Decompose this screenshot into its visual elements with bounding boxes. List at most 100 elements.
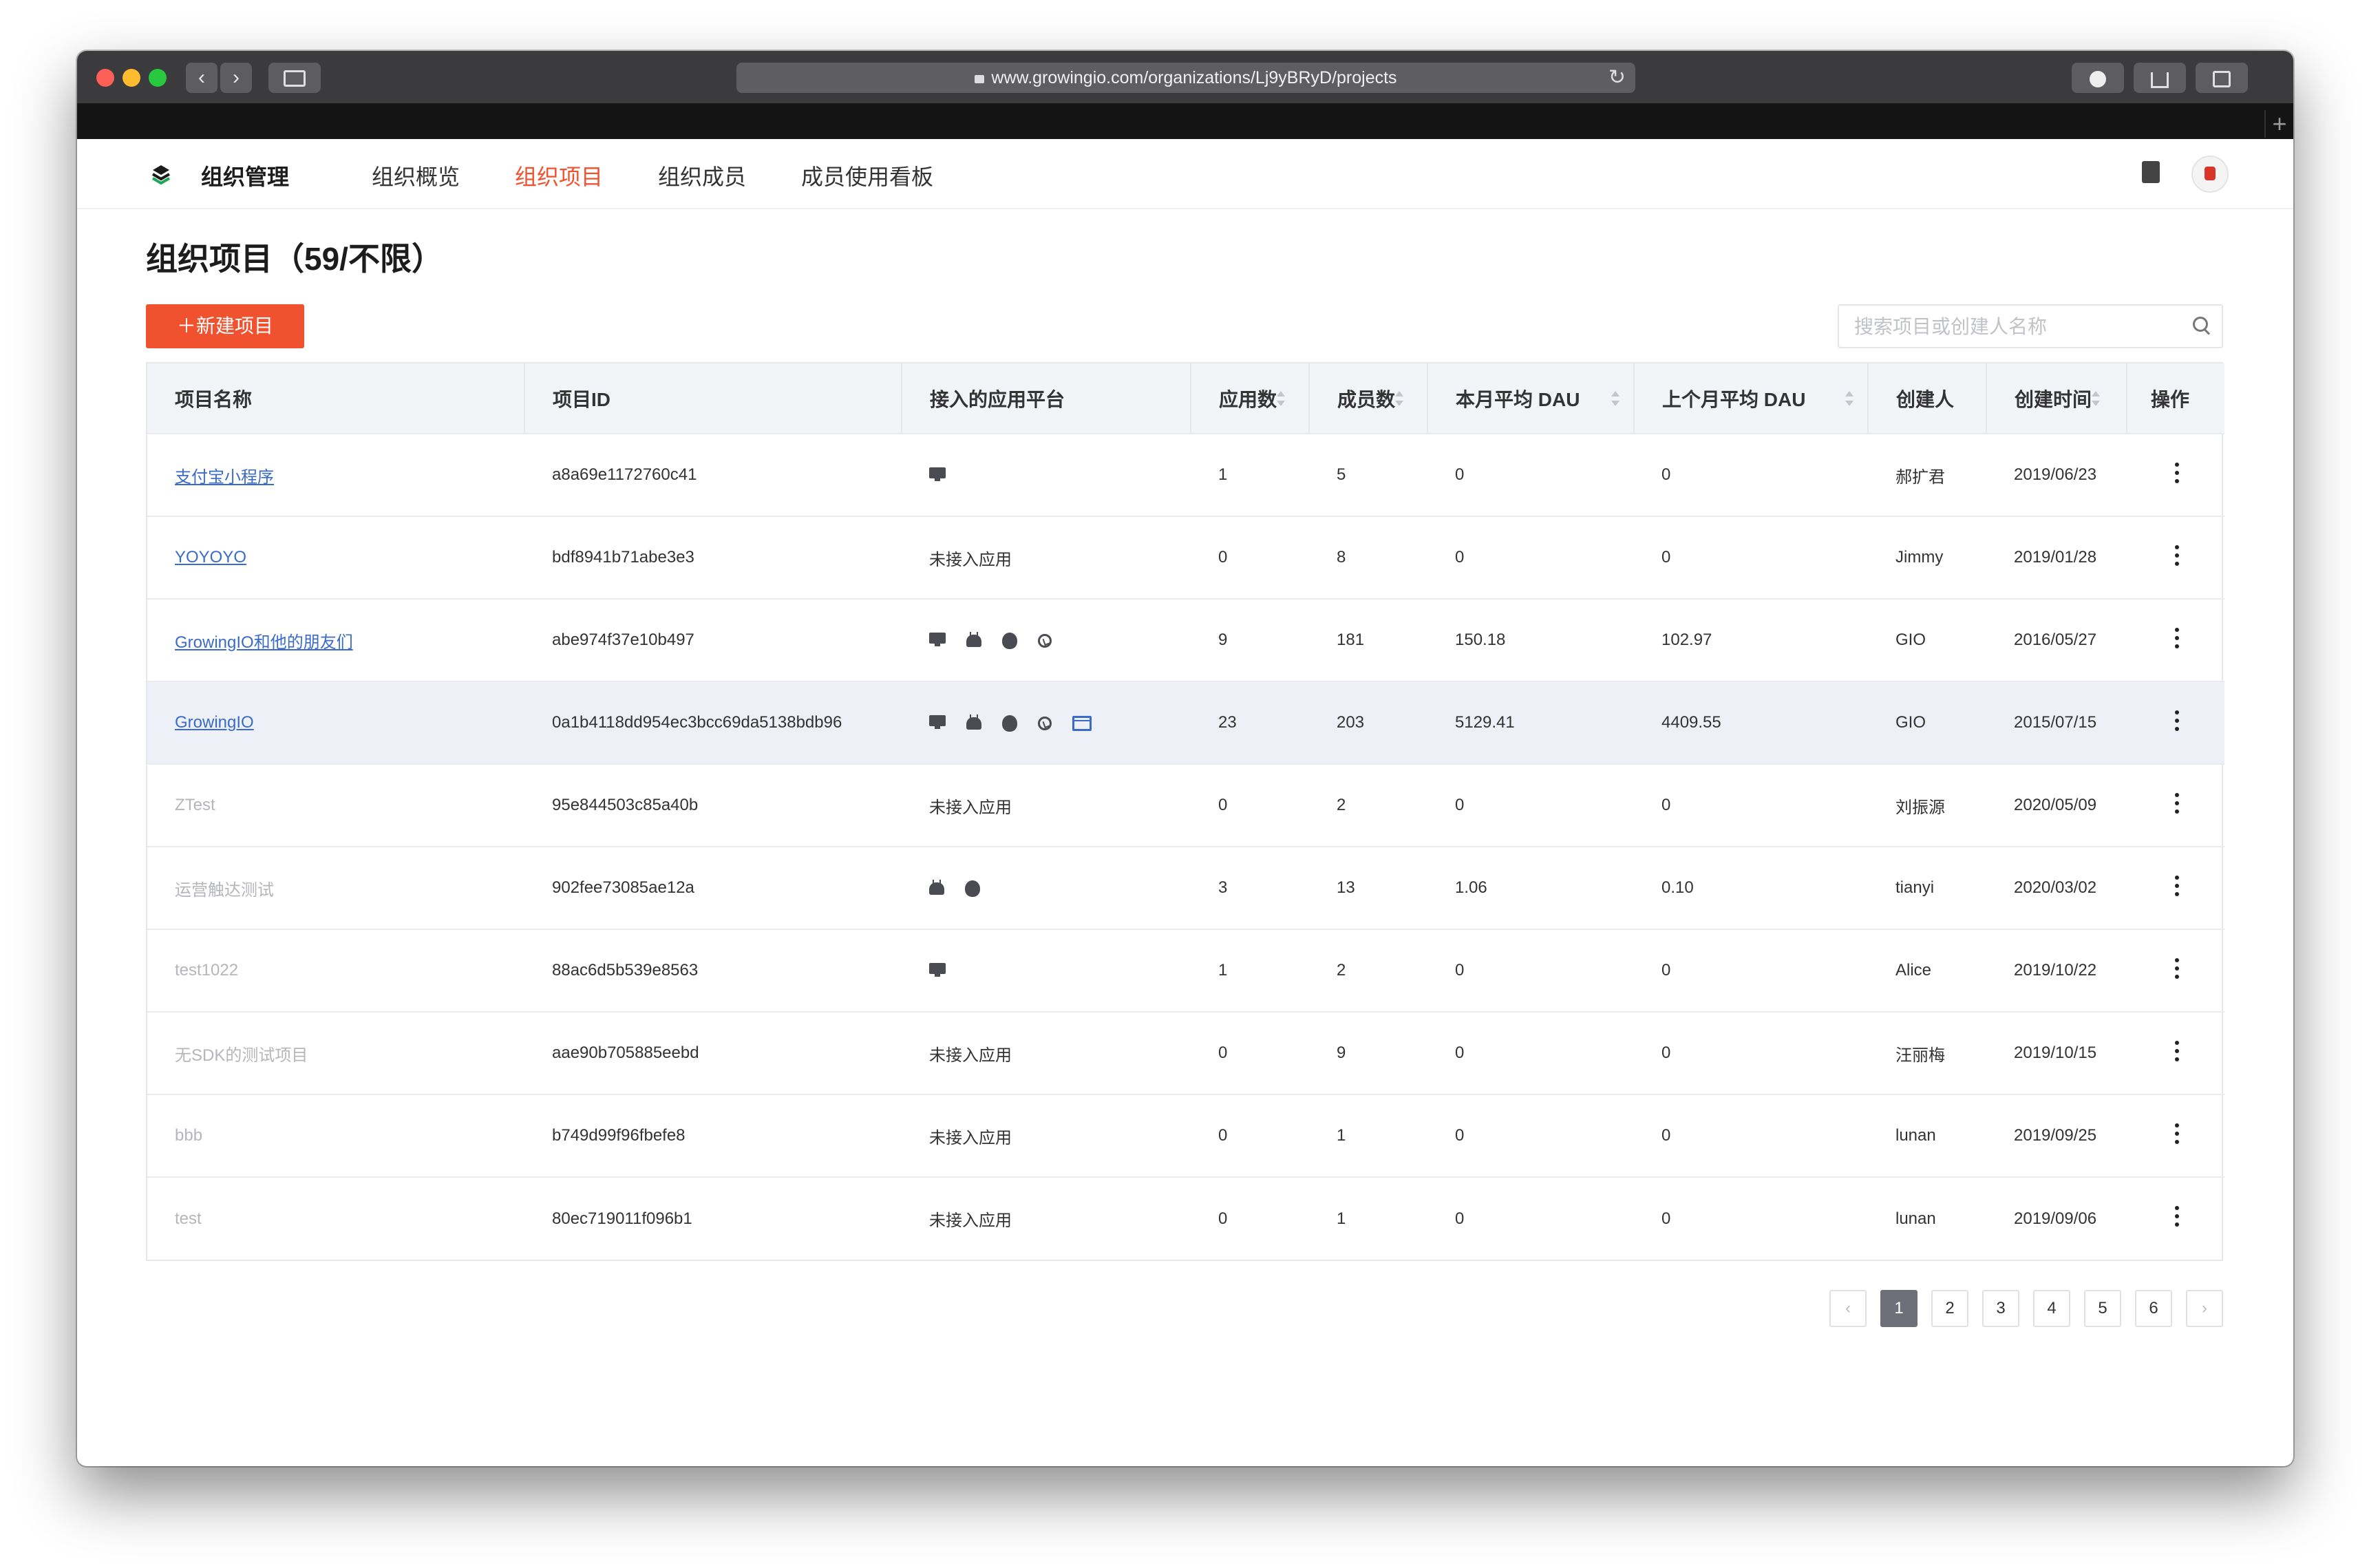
minimize-window-button[interactable] [123,69,140,87]
android-platform-icon [929,879,944,895]
app-count-cell: 0 [1218,1126,1228,1145]
table-row[interactable]: 支付宝小程序 a8a69e1172760c41 1 5 0 0 郝扩君 2019/06/23 [147,434,2224,516]
no-app-text: 未接入应用 [929,1046,1012,1065]
pagination-page-6[interactable]: 6 [2135,1290,2172,1327]
pagination-prev-button[interactable]: ‹ [1829,1290,1867,1327]
user-avatar[interactable] [2191,156,2229,193]
pagination-page-5[interactable]: 5 [2084,1290,2121,1327]
pagination-page-2[interactable]: 2 [1931,1290,1968,1327]
col-header-app-count[interactable]: 应用数 [1191,363,1310,434]
more-actions-icon[interactable] [2175,1123,2179,1144]
forward-button[interactable]: › [220,63,252,93]
app-count-cell: 1 [1218,465,1228,484]
col-header-creator: 创建人 [1868,363,1987,434]
no-app-text: 未接入应用 [929,798,1012,817]
nav-org-members[interactable]: 组织成员 [658,160,746,191]
sort-icon[interactable] [1845,391,1853,406]
chevron-right-icon: › [233,66,240,89]
platforms-cell: 未接入应用 [902,764,1191,847]
more-actions-icon[interactable] [2175,627,2179,648]
zoom-window-button[interactable] [149,69,167,87]
project-name-cell: bbb [147,1094,524,1177]
more-actions-icon[interactable] [2175,710,2179,731]
more-actions-icon[interactable] [2175,875,2179,896]
nav-org-overview[interactable]: 组织概览 [372,160,460,191]
web-platform-icon [929,467,946,481]
project-name: ZTest [175,796,215,814]
search-input[interactable] [1853,306,2186,348]
table-row[interactable]: test 80ec719011f096b1 未接入应用 0 1 0 0 lunan 2019/0… [147,1177,2224,1260]
created-time-cell: 2019/09/25 [2014,1126,2097,1145]
month-dau-cell: 5129.41 [1455,713,1515,732]
pagination-page-1[interactable]: 1 [1880,1290,1917,1327]
col-header-actions: 操作 [2151,388,2190,410]
project-name-link[interactable]: GrowingIO [175,713,254,732]
member-count-cell: 8 [1337,548,1346,566]
pagination-next-button[interactable]: › [2186,1290,2223,1327]
more-actions-icon[interactable] [2175,792,2179,814]
back-button[interactable]: ‹ [186,63,217,93]
month-dau-cell: 1.06 [1455,878,1487,897]
app-count-cell: 0 [1218,548,1228,566]
table-row[interactable]: bbb b749d99f96fbefe8 未接入应用 0 1 0 0 lunan 2019/09… [147,1094,2224,1177]
nav-member-usage-board[interactable]: 成员使用看板 [801,160,933,191]
col-header-project-name: 项目名称 [147,363,525,434]
project-name-cell: 无SDK的测试项目 [147,1012,524,1094]
creator-cell: 郝扩君 [1895,467,1945,487]
share-button[interactable] [2134,63,2186,93]
more-actions-icon[interactable] [2175,957,2179,979]
project-name-link[interactable]: YOYOYO [175,548,246,566]
table-row[interactable]: YOYOYO bdf8941b71abe3e3 未接入应用 0 8 0 0 Jimmy 2019… [147,516,2224,599]
pagination-page-4[interactable]: 4 [2033,1290,2070,1327]
prev-month-dau-cell: 4409.55 [1661,713,1721,732]
table-row[interactable]: GrowingIO 0a1b4118dd954ec3bcc69da5138bdb9… [147,681,2224,764]
reload-icon[interactable]: ↻ [1608,63,1626,93]
search-icon[interactable] [2193,317,2208,332]
creator-cell: GIO [1895,631,1926,649]
more-actions-icon[interactable] [2175,544,2179,566]
table-row[interactable]: ZTest 95e844503c85a40b 未接入应用 0 2 0 0 刘振源 2020/05… [147,764,2224,847]
more-actions-icon[interactable] [2175,1206,2179,1227]
table-row[interactable]: test1022 88ac6d5b539e8563 1 2 0 0 Alice 2019/10… [147,929,2224,1012]
col-header-month-dau[interactable]: 本月平均 DAU [1427,363,1635,434]
prev-month-dau-cell: 0 [1661,1209,1671,1228]
document-icon[interactable] [2142,161,2160,183]
nav-org-projects[interactable]: 组织项目 [515,160,603,191]
project-id-cell: b749d99f96fbefe8 [552,1126,686,1145]
downloads-button[interactable] [2072,63,2124,93]
project-id-cell: aae90b705885eebd [552,1043,699,1062]
prev-month-dau-cell: 0 [1661,1126,1671,1145]
platforms-cell [902,929,1191,1012]
more-actions-icon[interactable] [2175,1040,2179,1061]
col-header-member-count[interactable]: 成员数 [1309,363,1428,434]
member-count-cell: 9 [1337,1043,1346,1062]
tabs-overview-button[interactable] [2196,63,2248,93]
new-tab-button[interactable]: + [2264,110,2293,138]
created-time-cell: 2019/10/15 [2014,1043,2097,1062]
android-platform-icon [966,631,981,647]
sort-icon[interactable] [1611,391,1619,406]
table-row[interactable]: 运营触达测试 902fee73085ae12a 3 13 1.06 0.10 tianyi 2… [147,847,2224,929]
project-name-link[interactable]: GrowingIO和他的朋友们 [175,633,353,652]
org-brand-title: 组织管理 [201,165,290,189]
sort-icon[interactable] [2092,391,2101,406]
sort-icon[interactable] [1395,391,1404,406]
project-name-link[interactable]: 支付宝小程序 [175,468,274,487]
web-platform-icon [929,962,946,977]
pagination-page-3[interactable]: 3 [1982,1290,2019,1327]
creator-cell: GIO [1895,713,1926,732]
table-row[interactable]: 无SDK的测试项目 aae90b705885eebd 未接入应用 0 9 0 0 汪丽梅 201… [147,1012,2224,1094]
sort-icon[interactable] [1277,391,1286,406]
address-bar[interactable]: www.growingio.com/organizations/Lj9yBRyD… [736,63,1635,93]
project-name-cell: GrowingIO [147,681,524,764]
close-window-button[interactable] [96,69,114,87]
no-app-text: 未接入应用 [929,550,1012,569]
col-header-created-time[interactable]: 创建时间 [1986,363,2127,434]
sidebar-toggle-button[interactable] [268,63,321,93]
platforms-cell: 未接入应用 [902,1012,1191,1094]
more-actions-icon[interactable] [2175,462,2179,483]
col-header-prev-month-dau[interactable]: 上个月平均 DAU [1634,363,1869,434]
new-project-button[interactable]: ＋新建项目 [146,304,304,348]
platforms-cell [902,681,1191,764]
table-row[interactable]: GrowingIO和他的朋友们 abe974f37e10b497 9 181 150.1… [147,599,2224,681]
